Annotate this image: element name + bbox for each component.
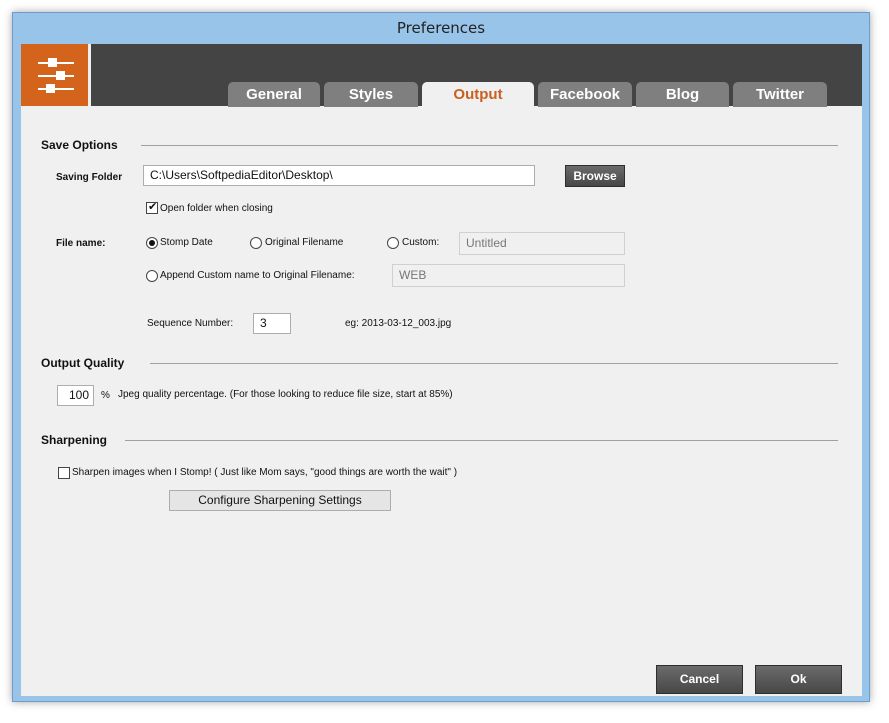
jpeg-quality-description: Jpeg quality percentage. (For those look… bbox=[118, 389, 453, 400]
stomp-date-label: Stomp Date bbox=[160, 237, 213, 248]
sequence-example-text: eg: 2013-03-12_003.jpg bbox=[345, 318, 452, 329]
ok-button[interactable]: Ok bbox=[755, 665, 842, 694]
original-filename-radio[interactable] bbox=[250, 237, 262, 249]
header-bar: General Styles Output Facebook Blog Twit… bbox=[21, 44, 862, 107]
saving-folder-label: Saving Folder bbox=[56, 172, 123, 183]
save-options-title: Save Options bbox=[41, 138, 118, 152]
save-options-divider bbox=[141, 145, 838, 146]
custom-radio[interactable] bbox=[387, 237, 399, 249]
sliders-icon bbox=[21, 44, 91, 106]
jpeg-quality-input[interactable]: 100 bbox=[57, 385, 94, 406]
window-title: Preferences bbox=[396, 19, 486, 37]
file-name-label: File name: bbox=[56, 238, 106, 249]
stomp-date-radio[interactable] bbox=[146, 237, 158, 249]
preferences-window: Preferences General Styles Output Facebo… bbox=[12, 12, 870, 702]
configure-sharpening-button[interactable]: Configure Sharpening Settings bbox=[169, 490, 391, 511]
open-folder-checkbox[interactable]: ✔ bbox=[146, 201, 158, 214]
radio-selected-dot bbox=[149, 240, 155, 246]
output-quality-title: Output Quality bbox=[41, 356, 125, 370]
percent-sign: % bbox=[101, 390, 110, 401]
append-custom-label: Append Custom name to Original Filename: bbox=[160, 270, 355, 281]
append-custom-radio[interactable] bbox=[146, 270, 158, 282]
sharpening-title: Sharpening bbox=[41, 433, 108, 447]
append-custom-input[interactable]: WEB bbox=[392, 264, 625, 287]
tab-output[interactable]: Output bbox=[422, 82, 534, 107]
tab-styles[interactable]: Styles bbox=[324, 82, 418, 107]
dialog-client-area: General Styles Output Facebook Blog Twit… bbox=[21, 44, 862, 696]
sequence-number-label: Sequence Number: bbox=[147, 318, 234, 329]
cancel-button[interactable]: Cancel bbox=[656, 665, 743, 694]
browse-button[interactable]: Browse bbox=[565, 165, 625, 187]
tab-general[interactable]: General bbox=[228, 82, 320, 107]
output-quality-divider bbox=[150, 363, 838, 364]
saving-folder-input[interactable]: C:\Users\SoftpediaEditor\Desktop\ bbox=[143, 165, 535, 186]
tab-facebook[interactable]: Facebook bbox=[538, 82, 632, 107]
checkmark-icon: ✔ bbox=[148, 201, 158, 213]
sharpening-divider bbox=[125, 440, 838, 441]
sequence-number-input[interactable]: 3 bbox=[253, 313, 291, 334]
open-folder-label: Open folder when closing bbox=[160, 203, 273, 214]
original-filename-label: Original Filename bbox=[265, 237, 344, 248]
custom-label: Custom: bbox=[402, 237, 440, 248]
tab-blog[interactable]: Blog bbox=[636, 82, 729, 107]
custom-name-input[interactable]: Untitled bbox=[459, 232, 625, 255]
sharpen-images-label: Sharpen images when I Stomp! ( Just like… bbox=[72, 467, 458, 478]
tab-twitter[interactable]: Twitter bbox=[733, 82, 827, 107]
sharpen-images-checkbox[interactable] bbox=[58, 467, 70, 479]
